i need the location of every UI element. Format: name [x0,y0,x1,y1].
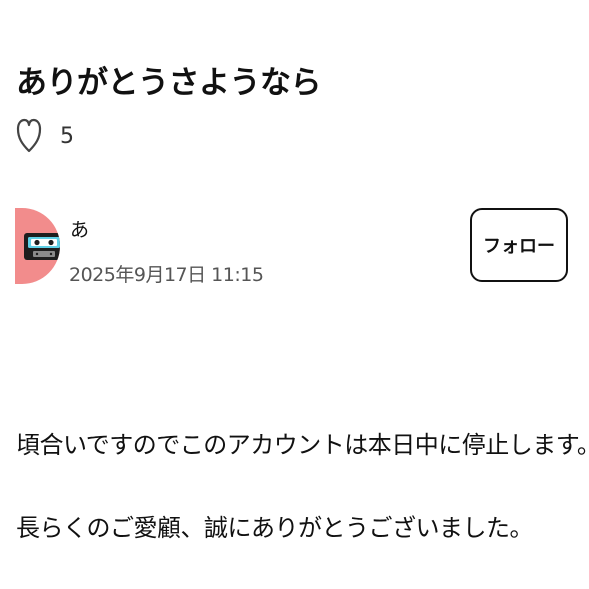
author-name[interactable]: あ [70,215,89,242]
post-title: ありがとうさようなら [16,64,322,101]
avatar[interactable] [15,208,60,284]
like-count: 5 [60,123,74,149]
heart-outline-icon [16,118,42,153]
cassette-tape-icon [24,233,60,260]
post-date: 2025年9月17日 11:15 [69,264,264,286]
follow-button[interactable]: フォロー [470,208,568,282]
post-body-line: 頃合いですのでこのアカウントは本日中に停止します。 [16,431,589,459]
post-body-line: 長らくのご愛顧、誠にありがとうございました。 [16,514,534,542]
like-row: 5 [16,116,74,156]
like-button[interactable] [16,118,42,154]
